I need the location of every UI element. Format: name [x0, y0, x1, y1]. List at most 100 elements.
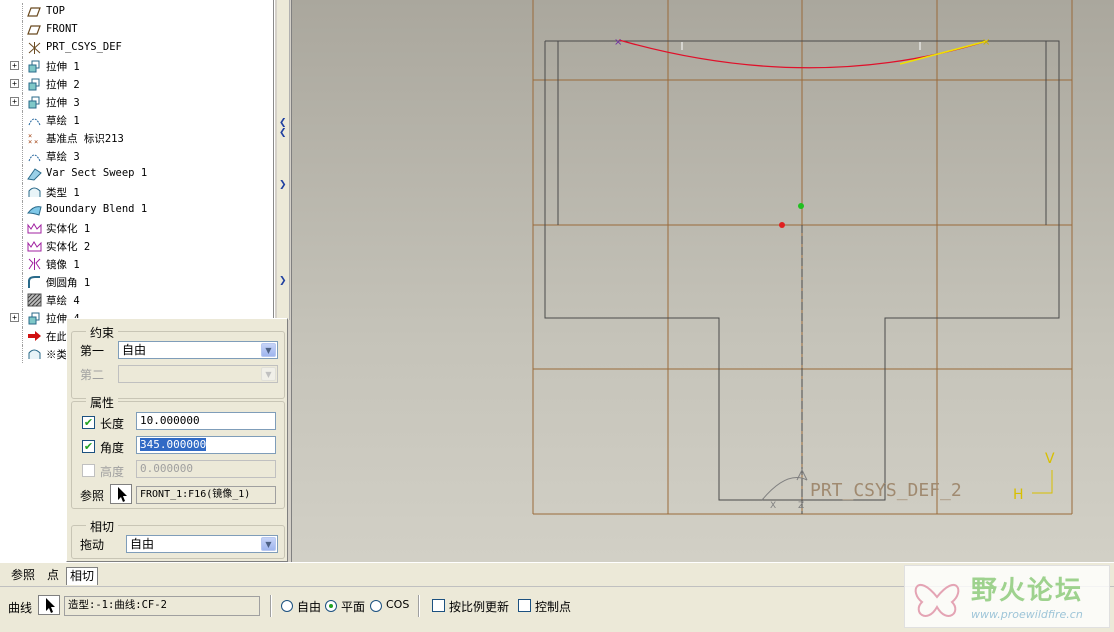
tree-item[interactable]: 草绘 3 — [0, 147, 273, 165]
tree-item[interactable]: 草绘 1 — [0, 111, 273, 129]
reference-field[interactable]: FRONT_1:F16(镜像_1) — [136, 486, 276, 504]
tree-item[interactable]: Var Sect Sweep 1 — [0, 165, 273, 183]
tree-item-label: PRT_CSYS_DEF — [46, 41, 122, 53]
tree-connector — [22, 327, 23, 345]
length-field[interactable]: 10.000000 — [136, 412, 276, 430]
tree-scrollbar[interactable] — [277, 0, 290, 320]
control-points-label: 控制点 — [535, 600, 572, 614]
tree-item[interactable]: Boundary Blend 1 — [0, 201, 273, 219]
control-points-checkbox[interactable] — [518, 599, 531, 612]
tree-connector — [22, 75, 23, 93]
tab-tangent[interactable]: 相切 — [66, 567, 99, 585]
angle-checkbox[interactable]: ✔ — [82, 440, 95, 453]
chevron-down-icon[interactable]: ▼ — [261, 537, 276, 551]
sketch-icon — [27, 149, 42, 163]
tree-item[interactable]: 镜像 1 — [0, 255, 273, 273]
tree-item-label: Var Sect Sweep 1 — [46, 167, 148, 179]
reference-label: 参照 — [80, 489, 105, 503]
tree-connector — [22, 255, 23, 273]
tree-item-label: 草绘 1 — [46, 115, 80, 127]
chevron-down-icon[interactable]: ▼ — [261, 367, 276, 381]
tree-item[interactable]: PRT_CSYS_DEF — [0, 39, 273, 57]
scale-update-label: 按比例更新 — [449, 600, 510, 614]
graphics-viewport[interactable]: × × X Z PRT_CSYS_DEF_2 V H — [292, 0, 1114, 562]
height-field[interactable]: 0.000000 — [136, 460, 276, 478]
separator — [270, 595, 272, 617]
curve-select-button[interactable] — [38, 595, 60, 615]
tree-connector — [22, 183, 23, 201]
tree-connector — [22, 291, 23, 309]
height-label: 高度 — [100, 465, 125, 479]
angle-field[interactable]: 345.000000 — [136, 436, 276, 454]
expand-arrow-icon[interactable]: ❯ — [279, 180, 287, 190]
tab-points[interactable]: 点 — [44, 567, 62, 585]
tree-connector — [22, 111, 23, 129]
insert-here-icon — [27, 329, 42, 343]
separator — [418, 595, 420, 617]
tangent-title: 相切 — [86, 518, 119, 535]
expand-plus-icon[interactable]: + — [10, 97, 19, 106]
radio-free[interactable] — [281, 600, 293, 612]
tree-item-label: 倒圆角 1 — [46, 277, 91, 289]
style-icon — [27, 347, 42, 361]
expand-arrow-icon[interactable]: ❯ — [279, 276, 287, 286]
mirror-icon — [27, 257, 42, 271]
drag-select[interactable]: 自由 ▼ — [126, 535, 278, 553]
length-label: 长度 — [100, 417, 125, 431]
angle-value-selected: 345.000000 — [140, 438, 207, 451]
tree-item[interactable]: FRONT — [0, 21, 273, 39]
tree-item-label: 基准点 标识213 — [46, 133, 124, 145]
sweep-icon — [27, 167, 42, 181]
model-drawing[interactable]: × × X Z PRT_CSYS_DEF_2 V H — [292, 0, 1114, 562]
second-constraint-select[interactable]: ▼ — [118, 365, 278, 383]
first-constraint-value: 自由 — [122, 343, 147, 357]
tree-item[interactable]: + 拉伸 3 — [0, 93, 273, 111]
radio-cos[interactable] — [370, 600, 382, 612]
tree-connector — [22, 273, 23, 291]
properties-title: 属性 — [86, 394, 119, 411]
collapse-arrow-icon[interactable]: ❮ — [279, 128, 287, 138]
tree-item[interactable]: TOP — [0, 3, 273, 21]
sketch-icon — [27, 113, 42, 127]
extrude-icon — [27, 95, 42, 109]
csys-x-label: X — [770, 501, 776, 511]
round-icon — [27, 275, 42, 289]
tree-connector — [22, 165, 23, 183]
tree-item[interactable]: 实体化 1 — [0, 219, 273, 237]
tree-item[interactable]: + 拉伸 1 — [0, 57, 273, 75]
watermark-title: 野火论坛 — [971, 576, 1084, 606]
curve-label: 曲线 — [8, 601, 33, 615]
collapse-arrow-icon[interactable]: ❮ — [279, 118, 287, 128]
constraint-title: 约束 — [86, 324, 119, 341]
tree-item-label: Boundary Blend 1 — [46, 203, 148, 215]
tree-item[interactable]: × × × 基准点 标识213 — [0, 129, 273, 147]
tree-item-label: ※类 — [46, 349, 67, 361]
tree-item[interactable]: + 拉伸 2 — [0, 75, 273, 93]
length-checkbox[interactable]: ✔ — [82, 416, 95, 429]
svg-text:×: × — [28, 138, 32, 145]
tree-connector — [22, 309, 23, 327]
tree-item[interactable]: 倒圆角 1 — [0, 273, 273, 291]
height-checkbox[interactable] — [82, 464, 95, 477]
first-constraint-select[interactable]: 自由 ▼ — [118, 341, 278, 359]
red-point — [779, 222, 785, 228]
scale-update-checkbox[interactable] — [432, 599, 445, 612]
orient-v-label: V — [1045, 451, 1055, 467]
expand-plus-icon[interactable]: + — [10, 61, 19, 70]
tree-connector — [22, 147, 23, 165]
csys-label: PRT_CSYS_DEF_2 — [810, 480, 962, 501]
tree-item[interactable]: 草绘 4 — [0, 291, 273, 309]
extrude-icon — [27, 311, 42, 325]
tree-item[interactable]: 实体化 2 — [0, 237, 273, 255]
expand-plus-icon[interactable]: + — [10, 313, 19, 322]
datum-plane-icon — [27, 5, 42, 19]
reference-select-button[interactable] — [110, 484, 132, 504]
radio-plane[interactable] — [325, 600, 337, 612]
tab-references[interactable]: 参照 — [8, 567, 38, 585]
tree-item[interactable]: 类型 1 — [0, 183, 273, 201]
curve-field[interactable]: 造型:-1:曲线:CF-2 — [64, 596, 260, 616]
extrude-icon — [27, 59, 42, 73]
csys-arc — [761, 477, 808, 501]
expand-plus-icon[interactable]: + — [10, 79, 19, 88]
chevron-down-icon[interactable]: ▼ — [261, 343, 276, 357]
